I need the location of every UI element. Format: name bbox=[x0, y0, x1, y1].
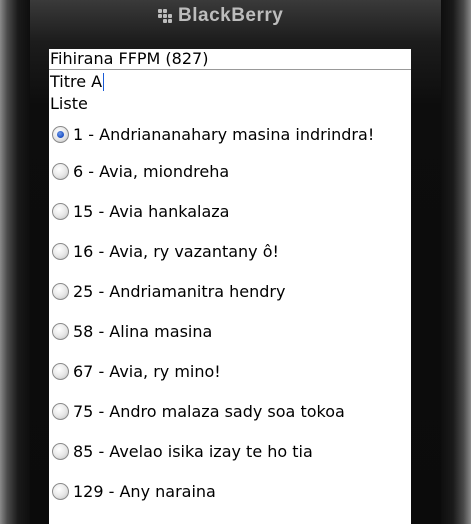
title-search-field[interactable]: Titre A bbox=[49, 70, 411, 94]
radio-button[interactable] bbox=[52, 162, 69, 180]
radio-button[interactable] bbox=[52, 242, 69, 260]
hymn-option[interactable]: 129 - Any naraina bbox=[49, 471, 411, 511]
radio-button[interactable] bbox=[52, 442, 69, 460]
hymn-option-label: 75 - Andro malaza sady soa tokoa bbox=[73, 401, 345, 421]
app-title: Fihirana FFPM (827) bbox=[50, 49, 209, 68]
hymn-option[interactable]: 75 - Andro malaza sady soa tokoa bbox=[49, 391, 411, 431]
hymn-option[interactable]: 15 - Avia hankalaza bbox=[49, 191, 411, 231]
blackberry-logo-icon bbox=[158, 9, 172, 23]
title-field-value: Titre A bbox=[50, 72, 103, 91]
hymn-option-label: 1 - Andriananahary masina indrindra! bbox=[73, 124, 375, 144]
app-title-bar: Fihirana FFPM (827) bbox=[49, 49, 411, 70]
hymn-option-label: 15 - Avia hankalaza bbox=[73, 201, 230, 221]
radio-button[interactable] bbox=[52, 482, 69, 500]
radio-button[interactable] bbox=[52, 362, 69, 380]
hymn-option[interactable]: 6 - Avia, miondreha bbox=[49, 151, 411, 191]
radio-button[interactable] bbox=[52, 125, 69, 143]
hymn-radio-list: 1 - Andriananahary masina indrindra! 6 -… bbox=[49, 117, 411, 511]
radio-button[interactable] bbox=[52, 402, 69, 420]
hymn-option-label: 6 - Avia, miondreha bbox=[73, 161, 230, 181]
radio-button[interactable] bbox=[52, 322, 69, 340]
hymn-option-label: 16 - Avia, ry vazantany ô! bbox=[73, 241, 279, 261]
hymn-option[interactable]: 16 - Avia, ry vazantany ô! bbox=[49, 231, 411, 271]
hymn-option[interactable]: 1 - Andriananahary masina indrindra! bbox=[49, 117, 411, 151]
hymn-option[interactable]: 58 - Alina masina bbox=[49, 311, 411, 351]
hymn-option-label: 58 - Alina masina bbox=[73, 321, 213, 341]
radio-button[interactable] bbox=[52, 282, 69, 300]
hymn-option-label: 129 - Any naraina bbox=[73, 481, 216, 501]
app-screen: Fihirana FFPM (827) Titre A Liste 1 - An… bbox=[49, 49, 411, 524]
device-brand-text: BlackBerry bbox=[178, 5, 284, 26]
hymn-option[interactable]: 85 - Avelao isika izay te ho tia bbox=[49, 431, 411, 471]
hymn-option[interactable]: 25 - Andriamanitra hendry bbox=[49, 271, 411, 311]
radio-button[interactable] bbox=[52, 202, 69, 220]
hymn-option-label: 25 - Andriamanitra hendry bbox=[73, 281, 286, 301]
device-edge-right bbox=[441, 0, 471, 524]
device-brand-logo: BlackBerry bbox=[158, 3, 308, 29]
list-section-label: Liste bbox=[50, 94, 88, 113]
device-frame: BlackBerry Fihirana FFPM (827) Titre A L… bbox=[0, 0, 471, 524]
text-cursor bbox=[103, 73, 105, 91]
hymn-option[interactable]: 67 - Avia, ry mino! bbox=[49, 351, 411, 391]
hymn-option-label: 85 - Avelao isika izay te ho tia bbox=[73, 441, 313, 461]
device-edge-left bbox=[0, 0, 30, 524]
hymn-option-label: 67 - Avia, ry mino! bbox=[73, 361, 221, 381]
